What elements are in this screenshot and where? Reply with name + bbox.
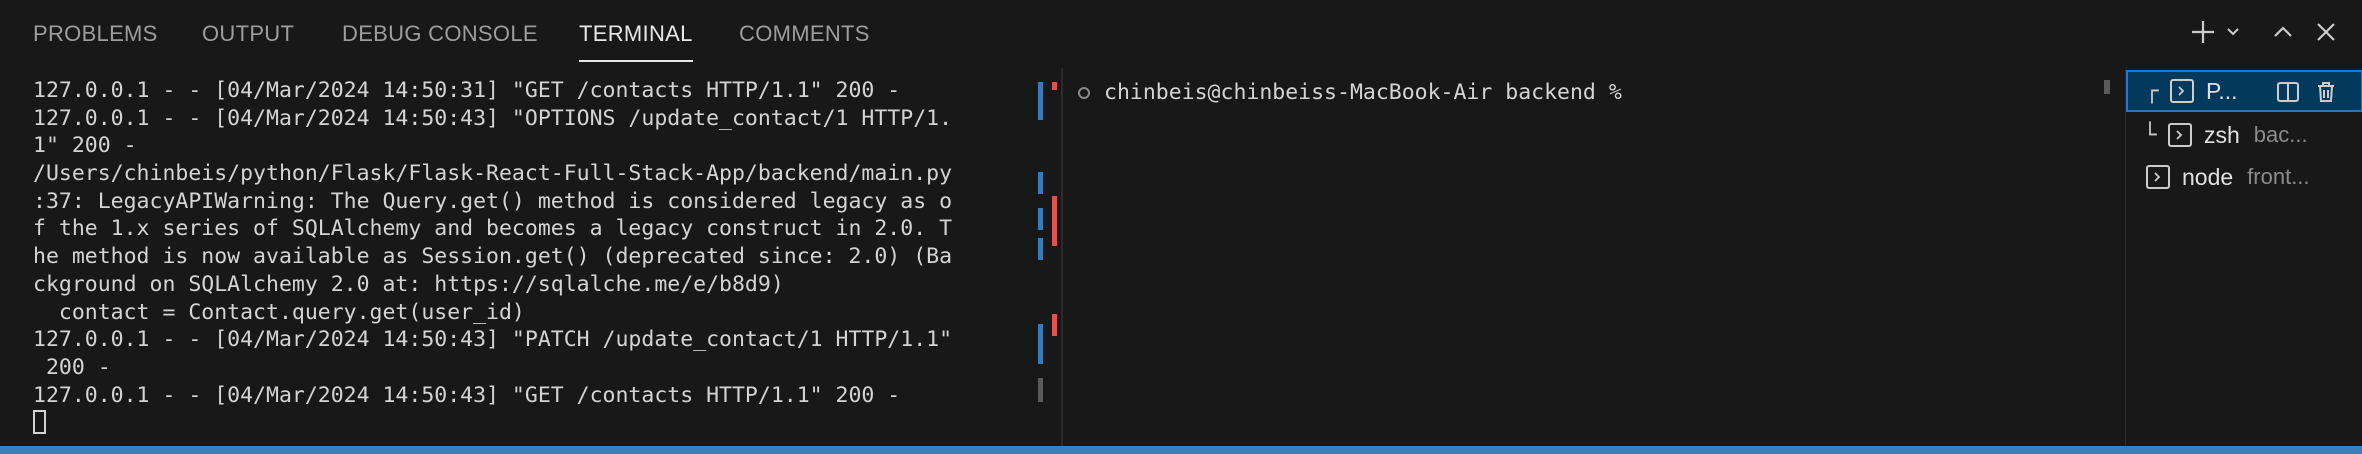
- terminal-cursor-line: [33, 409, 952, 437]
- chevron-up-icon[interactable]: [2265, 14, 2301, 50]
- terminal-line: 1" 200 -: [33, 133, 137, 159]
- tree-connector: └: [2143, 122, 2157, 148]
- scroll-marker: [1038, 378, 1043, 402]
- terminal-line: f the 1.x series of SQLAlchemy and becom…: [33, 216, 953, 242]
- tree-connector: ┌: [2145, 78, 2159, 104]
- terminal-icon: [2146, 165, 2170, 189]
- split-icon[interactable]: [2274, 78, 2302, 106]
- scroll-marker-error: [1052, 314, 1057, 336]
- terminal-tab-description: bac...: [2253, 122, 2308, 147]
- terminal-output: 127.0.0.1 - - [04/Mar/2024 14:50:31] "GE…: [33, 77, 952, 437]
- terminal-cursor: [33, 410, 46, 435]
- scroll-marker-error: [1052, 196, 1057, 246]
- terminal-line: contact = Contact.query.get(user_id): [33, 299, 525, 325]
- terminal-tabs-list: ┌ P... └ zsh bac... node front...: [2125, 68, 2362, 446]
- scrollbar-thumb[interactable]: [2104, 80, 2110, 94]
- terminal-line: 200 -: [33, 354, 111, 380]
- terminal-line: :37: LegacyAPIWarning: The Query.get() m…: [33, 188, 953, 214]
- panel-header: PROBLEMS OUTPUT DEBUG CONSOLE TERMINAL C…: [0, 0, 2362, 68]
- terminal-prompt: chinbeis@chinbeiss-MacBook-Air backend %: [1078, 80, 1622, 105]
- terminal-line: 127.0.0.1 - - [04/Mar/2024 14:50:43] "PA…: [33, 327, 953, 353]
- tab-comments[interactable]: COMMENTS: [739, 0, 870, 68]
- tab-debug-console[interactable]: DEBUG CONSOLE: [342, 0, 538, 68]
- terminal-left[interactable]: 127.0.0.1 - - [04/Mar/2024 14:50:31] "GE…: [0, 68, 1060, 446]
- terminal-line: he method is now available as Session.ge…: [33, 244, 953, 270]
- terminal-line: 127.0.0.1 - - [04/Mar/2024 14:50:43] "OP…: [33, 105, 953, 131]
- terminal-line: /Users/chinbeis/python/Flask/Flask-React…: [33, 161, 953, 187]
- terminal-tab-name: P...: [2206, 77, 2238, 104]
- close-icon[interactable]: [2308, 14, 2344, 50]
- scroll-marker: [1038, 172, 1043, 194]
- scroll-marker-error: [1052, 82, 1057, 90]
- terminal-line: ckground on SQLAlchemy 2.0 at: https://s…: [33, 271, 784, 297]
- terminal-tab-zsh[interactable]: └ zsh bac...: [2126, 114, 2362, 156]
- command-decoration-icon[interactable]: [1078, 86, 1090, 99]
- terminal-icon: [2168, 123, 2192, 147]
- tab-output[interactable]: OUTPUT: [202, 0, 294, 68]
- plus-icon[interactable]: [2185, 14, 2221, 50]
- terminal-line: 127.0.0.1 - - [04/Mar/2024 14:50:43] "GE…: [33, 382, 901, 408]
- terminal-right[interactable]: chinbeis@chinbeiss-MacBook-Air backend %: [1063, 68, 2125, 446]
- terminal-tab-python[interactable]: ┌ P...: [2126, 70, 2362, 112]
- tab-problems[interactable]: PROBLEMS: [33, 0, 158, 68]
- tab-terminal[interactable]: TERMINAL: [579, 0, 693, 68]
- prompt-text: chinbeis@chinbeiss-MacBook-Air backend %: [1104, 80, 1622, 105]
- terminal-tab-description: front...: [2247, 164, 2310, 189]
- terminal-line: 127.0.0.1 - - [04/Mar/2024 14:50:31] "GE…: [33, 78, 901, 103]
- chevron-down-icon[interactable]: [2221, 14, 2245, 50]
- scroll-marker: [1038, 208, 1043, 230]
- trash-icon[interactable]: [2312, 78, 2340, 106]
- terminal-tab-name: zsh: [2204, 121, 2240, 148]
- scroll-marker: [1038, 238, 1043, 260]
- terminal-tab-node[interactable]: node front...: [2126, 156, 2362, 198]
- scroll-marker: [1038, 324, 1043, 364]
- terminal-icon: [2170, 79, 2194, 103]
- scroll-marker: [1038, 82, 1043, 120]
- terminal-tab-name: node: [2182, 163, 2234, 190]
- status-bar: [0, 446, 2362, 454]
